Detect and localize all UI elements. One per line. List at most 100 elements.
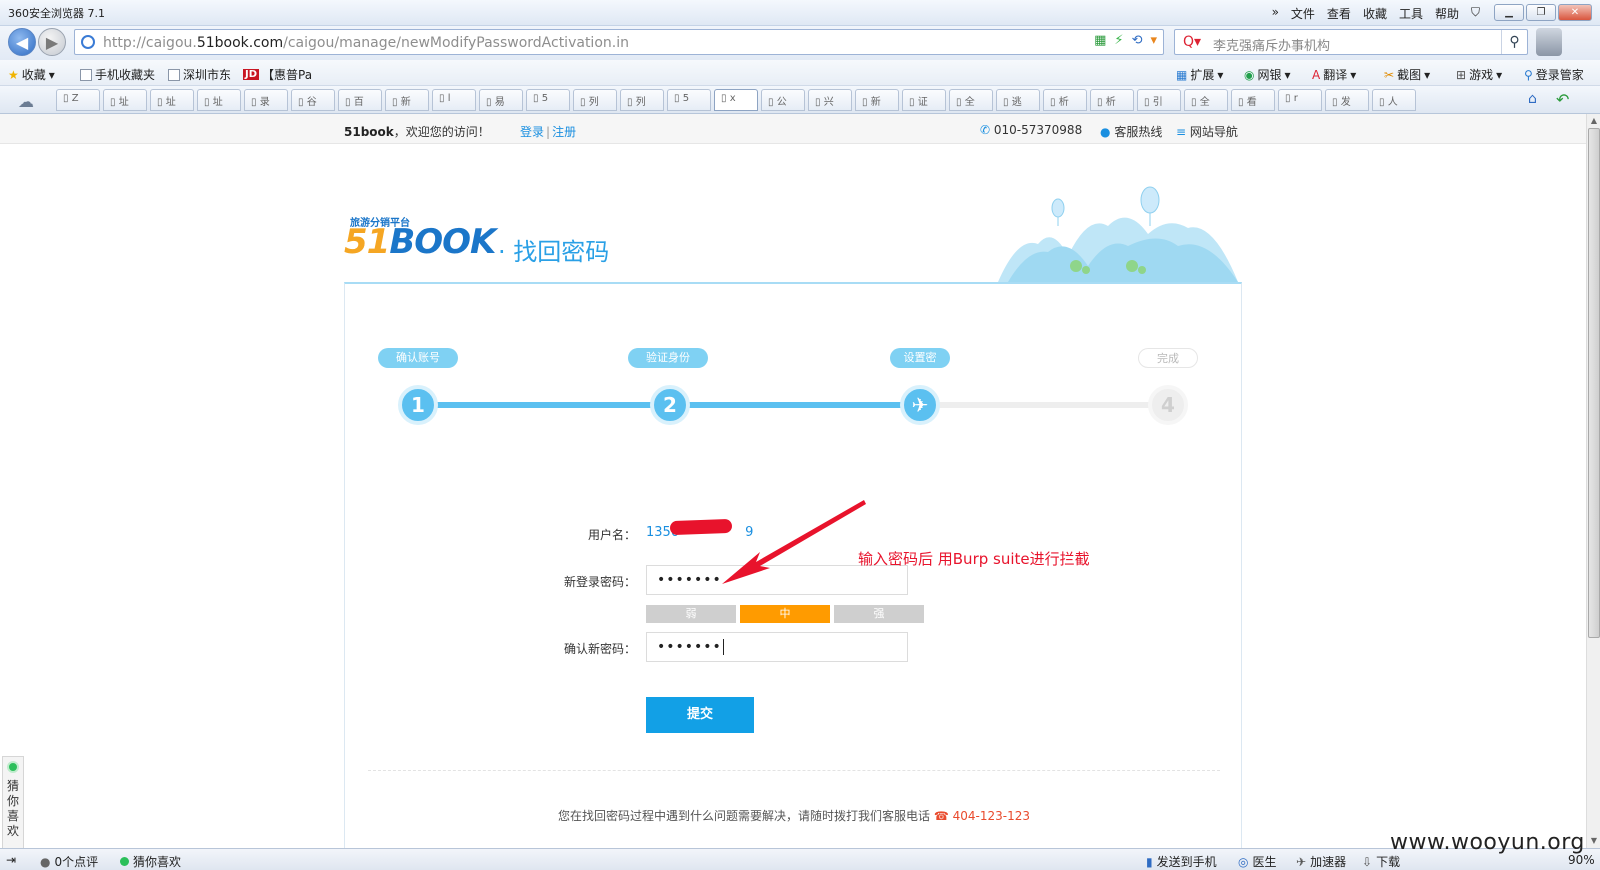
undo-close-icon[interactable]: ↶ (1556, 90, 1569, 109)
browser-tab[interactable]: ▯ 5 (667, 89, 711, 111)
browser-tab[interactable]: ▯ 看 (1231, 89, 1275, 111)
browser-tab[interactable]: ▯ 引 (1137, 89, 1181, 111)
chevron-down-icon[interactable]: ▾ (1150, 33, 1157, 48)
menu-tools[interactable]: 工具 (1399, 5, 1423, 22)
browser-tab[interactable]: ▯ 析 (1090, 89, 1134, 111)
doctor-button[interactable]: ◎ 医生 (1238, 853, 1277, 870)
browser-tab[interactable]: ▯ 全 (949, 89, 993, 111)
browser-tab[interactable]: ▯ 列 (573, 89, 617, 111)
menu-view[interactable]: 查看 (1327, 5, 1351, 22)
menu-more[interactable]: » (1272, 5, 1279, 22)
comments-button[interactable]: ● 0个点评 (40, 853, 98, 870)
browser-tab[interactable]: ▯ 新 (855, 89, 899, 111)
login-link[interactable]: 登录 (520, 125, 544, 139)
browser-tab[interactable]: ▯ 址 (103, 89, 147, 111)
submit-button[interactable]: 提交 (646, 697, 754, 733)
browser-tab[interactable]: ▯ 址 (197, 89, 241, 111)
search-icon[interactable]: ⚲ (1501, 30, 1527, 54)
fav-jd[interactable]: JD 【惠普Pa (243, 66, 312, 83)
search-box[interactable]: Q▾ 李克强痛斥办事机构 ⚲ (1174, 29, 1528, 55)
browser-tab[interactable]: ▯ 人 (1372, 89, 1416, 111)
login-manager-button[interactable]: ⚲ 登录管家 (1524, 66, 1584, 83)
browser-tab[interactable]: ▯ 易 (479, 89, 523, 111)
close-button[interactable]: ✕ (1558, 4, 1592, 21)
browser-tab[interactable]: ▯ 录 (244, 89, 288, 111)
page-scrollbar[interactable]: ▲ ▼ (1586, 114, 1600, 848)
scroll-down-arrow[interactable]: ▼ (1589, 836, 1599, 846)
service-hotline[interactable]: ● 客服热线 (1100, 123, 1162, 140)
tab-label: 人 (1387, 97, 1398, 108)
browser-tab[interactable]: ▯ 百 (338, 89, 382, 111)
browser-tab[interactable]: ▯ Z (56, 89, 100, 111)
search-engine-icon[interactable]: Q▾ (1183, 34, 1201, 50)
browser-tab[interactable]: ▯ 谷 (291, 89, 335, 111)
step-3-label: 设置密 (890, 348, 950, 368)
browser-tab[interactable]: ▯ 证 (902, 89, 946, 111)
site-navigation[interactable]: ≡ 网站导航 (1176, 123, 1238, 140)
favorites-button[interactable]: ★ 收藏 ▾ (8, 66, 55, 83)
tab-label: 引 (1152, 97, 1163, 108)
browser-tab[interactable]: ▯ 5 (526, 89, 570, 111)
translate-button[interactable]: A 翻译 ▾ (1312, 66, 1356, 83)
site-topbar: 51book，欢迎您的访问！ 登录 | 注册 ✆ 010-57370988 ● 客服… (0, 114, 1586, 144)
search-input[interactable]: 李克强痛斥办事机构 (1213, 35, 1330, 54)
site-logo[interactable]: 旅游分销平台 51BOOK (344, 218, 496, 262)
scroll-up-arrow[interactable]: ▲ (1589, 116, 1599, 126)
phone-icon: ▮ (1146, 854, 1153, 869)
confirm-password-input[interactable]: ••••••• (646, 632, 908, 662)
browser-tab[interactable]: ▯ x (714, 89, 758, 111)
browser-tab[interactable]: ▯ 全 (1184, 89, 1228, 111)
download-icon: ⇩ (1362, 854, 1373, 869)
download-button[interactable]: ⇩ 下载 (1362, 853, 1400, 870)
grid-icon: ▦ (1176, 67, 1188, 82)
browser-tab[interactable]: ▯ 公 (761, 89, 805, 111)
browser-tab[interactable]: ▯ r (1278, 89, 1322, 111)
guess-like-button[interactable]: 猜你喜欢 (120, 853, 181, 870)
netbank-button[interactable]: ◉ 网银 ▾ (1244, 66, 1291, 83)
menu-favorites[interactable]: 收藏 (1363, 5, 1387, 22)
screenshot-button[interactable]: ✂ 截图 ▾ (1384, 66, 1430, 83)
gamepad-icon: ⊞ (1456, 67, 1467, 82)
maximize-button[interactable]: ❐ (1526, 4, 1556, 21)
tab-label: x (729, 93, 736, 104)
zoom-level[interactable]: 90% (1568, 853, 1595, 867)
browser-tab[interactable]: ▯ 发 (1325, 89, 1369, 111)
browser-tab[interactable]: ▯ l (432, 89, 476, 111)
qr-code-icon[interactable]: ▦ (1094, 33, 1106, 48)
sidebar-toggle-icon[interactable]: ⇥ (6, 853, 16, 867)
annotation-text: 输入密码后 用Burp suite进行拦截 (858, 550, 1090, 568)
skin-icon[interactable]: ⛉ (1471, 5, 1480, 22)
back-button[interactable]: ◀ (8, 28, 36, 56)
speed-mode-icon[interactable]: ⚡ (1114, 33, 1123, 48)
strength-strong: 强 (834, 605, 924, 623)
telephone-icon: ☎ (933, 809, 949, 823)
tab-label: Z (71, 93, 79, 104)
cloud-icon[interactable]: ☁ (18, 92, 34, 111)
browser-tab[interactable]: ▯ 兴 (808, 89, 852, 111)
url-input[interactable]: http://caigou.51book.com/caigou/manage/n… (74, 29, 1164, 55)
menu-help[interactable]: 帮助 (1435, 5, 1459, 22)
browser-tab[interactable]: ▯ 析 (1043, 89, 1087, 111)
games-button[interactable]: ⊞ 游戏 ▾ (1456, 66, 1502, 83)
mobile-favorites[interactable]: 手机收藏夹 (80, 66, 155, 83)
scroll-thumb[interactable] (1588, 128, 1600, 638)
status-bar: ⇥ ● 0个点评 猜你喜欢 ▮ 发送到手机 ◎ 医生 ✈ 加速器 ⇩ 下载 90% (0, 848, 1600, 870)
browser-tab[interactable]: ▯ 逃 (996, 89, 1040, 111)
send-to-phone-button[interactable]: ▮ 发送到手机 (1146, 853, 1217, 870)
home-icon[interactable]: ⌂ (1528, 91, 1537, 107)
browser-tab[interactable]: ▯ 址 (150, 89, 194, 111)
hotline-number: ✆ 010-57370988 (980, 123, 1083, 137)
avatar[interactable] (1536, 28, 1562, 56)
browser-tab[interactable]: ▯ 列 (620, 89, 664, 111)
register-link[interactable]: 注册 (552, 125, 576, 139)
forward-button[interactable]: ▶ (38, 28, 66, 56)
fav-shenzhen[interactable]: 深圳市东 (168, 66, 231, 83)
refresh-icon[interactable]: ⟲ (1132, 33, 1143, 48)
accelerator-button[interactable]: ✈ 加速器 (1296, 853, 1346, 870)
menu-file[interactable]: 文件 (1291, 5, 1315, 22)
browser-tab[interactable]: ▯ 新 (385, 89, 429, 111)
logo-slogan: 旅游分销平台 (350, 218, 410, 229)
guess-you-like-widget[interactable]: 猜你喜欢 (2, 756, 24, 850)
minimize-button[interactable]: ▁ (1494, 4, 1524, 21)
extensions-button[interactable]: ▦ 扩展 ▾ (1176, 66, 1223, 83)
